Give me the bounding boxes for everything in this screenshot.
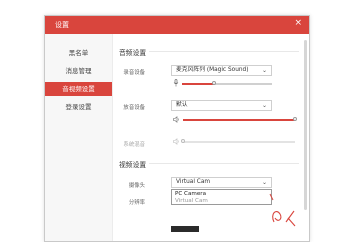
microphone-icon [173,79,179,87]
system-mix-knob[interactable] [181,138,185,143]
speaker-label: 放音设备 [123,105,145,111]
speaker-volume-slider[interactable] [183,116,297,121]
dialog-title: 设置 [55,21,69,29]
speaker-icon [173,116,179,123]
audio-section-title: 音频设置 [119,49,147,57]
system-mix-slider[interactable] [181,138,295,143]
mic-label: 录音设备 [123,70,145,76]
sidebar: 黑名单 消息管理 音视频设置 登录设置 [45,34,113,241]
mic-select[interactable]: 麦克风阵列 (Magic Sound) ⌄ [171,65,272,76]
speaker-volume-knob[interactable] [293,116,297,121]
camera-select-value: Virtual Cam [176,179,211,185]
camera-option-virtual-cam[interactable]: Virtual Cam [175,198,208,204]
system-mix-label: 系统混音 [123,142,145,148]
mic-volume-knob[interactable] [211,80,216,85]
section-divider [149,51,299,52]
title-bar: 设置 × [45,16,309,34]
sidebar-item-message-management[interactable]: 消息管理 [45,64,112,78]
speaker-select-value: 默认 [176,102,188,108]
speaker-select[interactable]: 默认 ⌄ [171,100,272,111]
video-preview [171,226,199,232]
section-divider [149,163,299,164]
chevron-down-icon: ⌄ [261,179,267,186]
scrollbar[interactable] [304,40,307,210]
video-section-title: 视频设置 [119,161,147,169]
sidebar-item-blacklist[interactable]: 黑名单 [45,46,112,60]
mic-volume-fill [182,83,214,85]
sidebar-item-login-settings[interactable]: 登录设置 [45,100,112,114]
camera-select[interactable]: Virtual Cam ⌄ [171,177,272,188]
resolution-label: 分辨率 [128,200,145,206]
mic-volume-slider[interactable] [182,80,272,85]
camera-option-pc-camera[interactable]: PC Camera [175,191,206,197]
speaker-muted-icon [173,138,179,145]
annotation-arrow-icon [269,193,296,227]
sidebar-item-av-settings[interactable]: 音视频设置 [45,82,112,96]
chevron-down-icon: ⌄ [261,102,267,109]
mic-select-value: 麦克风阵列 (Magic Sound) [176,67,249,73]
camera-label: 摄像头 [128,183,145,189]
chevron-down-icon: ⌄ [261,67,267,74]
close-icon[interactable]: × [294,19,302,28]
camera-dropdown-list: PC Camera Virtual Cam [171,189,272,205]
speaker-volume-fill [183,119,295,121]
